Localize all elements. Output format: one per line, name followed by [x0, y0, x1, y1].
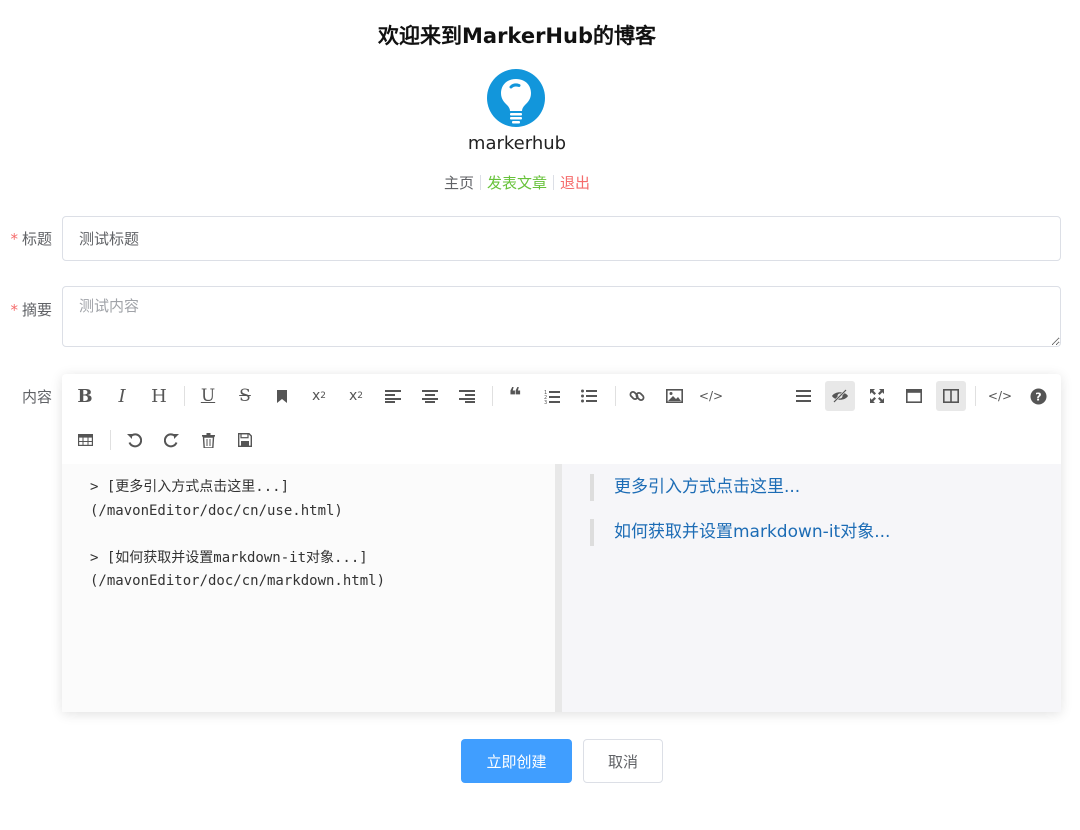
pane-divider[interactable] — [555, 464, 562, 712]
nav-logout-link[interactable]: 退出 — [554, 174, 596, 192]
preview-link[interactable]: 如何获取并设置markdown-it对象... — [614, 522, 890, 542]
underline-icon[interactable]: U — [193, 381, 223, 411]
markdown-source-editor[interactable]: > [更多引入方式点击这里...] (/mavonEditor/doc/cn/u… — [62, 464, 555, 712]
trash-icon[interactable] — [193, 425, 223, 455]
read-mode-icon[interactable] — [899, 381, 929, 411]
nav-publish-link[interactable]: 发表文章 — [481, 174, 553, 192]
subscript-icon[interactable]: x2 — [341, 381, 371, 411]
toolbar-separator — [492, 386, 493, 406]
redo-icon[interactable] — [156, 425, 186, 455]
bold-icon[interactable]: B — [70, 381, 100, 411]
toolbar-separator — [110, 430, 111, 450]
link-icon[interactable] — [622, 381, 652, 411]
title-input[interactable] — [62, 216, 1061, 261]
preview-blockquote: 更多引入方式点击这里... — [590, 474, 1033, 501]
strikethrough-icon[interactable]: S — [230, 381, 260, 411]
main-nav: 主页 发表文章 退出 — [0, 172, 1034, 193]
content-label: 内容 — [21, 388, 52, 406]
svg-text:?: ? — [1035, 390, 1041, 403]
mark-icon[interactable] — [267, 381, 297, 411]
required-mark: * — [10, 301, 18, 319]
summary-textarea[interactable] — [62, 286, 1061, 347]
title-label-text: 标题 — [21, 230, 52, 248]
summary-label-text: 摘要 — [21, 301, 52, 319]
code-icon[interactable]: </> — [696, 381, 726, 411]
required-mark: * — [10, 230, 18, 248]
undo-icon[interactable] — [119, 425, 149, 455]
svg-text:3: 3 — [544, 400, 547, 404]
quote-icon[interactable]: ❝ — [500, 381, 530, 411]
toolbar-separator — [615, 386, 616, 406]
avatar — [487, 69, 545, 127]
preview-link[interactable]: 更多引入方式点击这里... — [614, 477, 800, 497]
summary-label: * 摘要 — [0, 299, 52, 320]
title-label: * 标题 — [0, 228, 52, 249]
cancel-button[interactable]: 取消 — [583, 739, 663, 783]
ordered-list-icon[interactable]: 123 — [537, 381, 567, 411]
markdown-preview: 更多引入方式点击这里... 如何获取并设置markdown-it对象... — [562, 464, 1061, 712]
save-icon[interactable] — [230, 425, 260, 455]
unordered-list-icon[interactable] — [574, 381, 604, 411]
header-icon[interactable]: H — [144, 381, 174, 411]
table-icon[interactable] — [70, 425, 100, 455]
nav-home-link[interactable]: 主页 — [438, 174, 480, 192]
html-code-icon[interactable]: </> — [985, 381, 1015, 411]
italic-icon[interactable]: I — [107, 381, 137, 411]
editor-toolbar: B I H U S x2 x2 ❝ 123 </> </> ? — [62, 374, 1061, 464]
help-icon[interactable]: ? — [1023, 381, 1053, 411]
toolbar-separator — [975, 386, 976, 406]
lightbulb-icon — [501, 79, 531, 124]
align-center-icon[interactable] — [415, 381, 445, 411]
username: markerhub — [467, 133, 567, 154]
preview-blockquote: 如何获取并设置markdown-it对象... — [590, 519, 1033, 546]
toolbar-separator — [184, 386, 185, 406]
markdown-editor: B I H U S x2 x2 ❝ 123 </> </> ? > [更多引入方… — [62, 374, 1061, 712]
fullscreen-icon[interactable] — [862, 381, 892, 411]
align-left-icon[interactable] — [378, 381, 408, 411]
image-icon[interactable] — [659, 381, 689, 411]
superscript-icon[interactable]: x2 — [304, 381, 334, 411]
create-button[interactable]: 立即创建 — [461, 739, 572, 783]
site-title: 欢迎来到MarkerHub的博客 — [378, 24, 656, 48]
navigation-icon[interactable] — [788, 381, 818, 411]
subfield-icon[interactable] — [936, 381, 966, 411]
align-right-icon[interactable] — [452, 381, 482, 411]
preview-toggle-icon[interactable] — [825, 381, 855, 411]
